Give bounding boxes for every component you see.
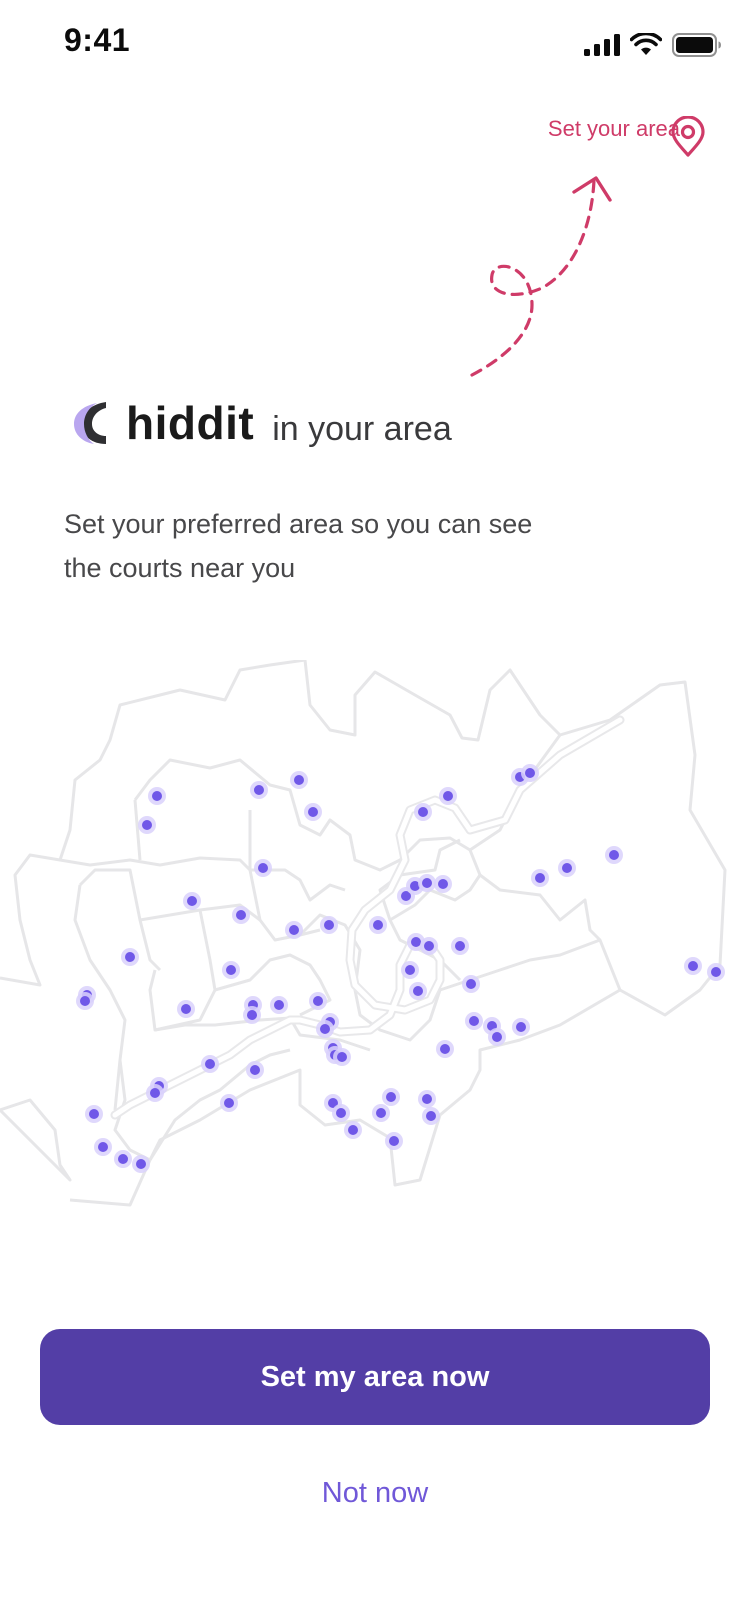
- court-marker-icon: [414, 803, 432, 821]
- court-marker-icon: [333, 1048, 351, 1066]
- court-marker-icon: [316, 1020, 334, 1038]
- court-marker-icon: [488, 1028, 506, 1046]
- status-time: 9:41: [64, 22, 131, 58]
- court-marker-icon: [254, 859, 272, 877]
- court-marker-icon: [148, 787, 166, 805]
- court-marker-icon: [465, 1012, 483, 1030]
- set-area-link-label: Set your area: [547, 116, 680, 141]
- court-marker-icon: [320, 916, 338, 934]
- court-marker-icon: [114, 1150, 132, 1168]
- court-marker-icon: [309, 992, 327, 1010]
- set-area-link[interactable]: Set your area: [548, 116, 680, 142]
- court-marker-icon: [304, 803, 322, 821]
- court-marker-icon: [270, 996, 288, 1014]
- court-marker-icon: [344, 1121, 362, 1139]
- brand-name: hiddit: [126, 397, 255, 449]
- hiddit-logo-icon: [74, 402, 106, 444]
- court-marker-icon: [183, 892, 201, 910]
- set-area-now-button[interactable]: Set my area now: [40, 1329, 710, 1425]
- court-marker-icon: [439, 787, 457, 805]
- wifi-icon: [630, 33, 662, 55]
- court-marker-icon: [418, 1090, 436, 1108]
- district-map: [0, 660, 727, 1207]
- court-marker-icon: [243, 1006, 261, 1024]
- brand-suffix: in your area: [272, 410, 452, 448]
- court-marker-icon: [285, 921, 303, 939]
- not-now-button[interactable]: Not now: [0, 1477, 750, 1510]
- court-marker-icon: [451, 937, 469, 955]
- court-marker-icon: [531, 869, 549, 887]
- court-marker-icon: [246, 1061, 264, 1079]
- court-marker-icon: [201, 1055, 219, 1073]
- cellular-signal-icon: [584, 34, 620, 56]
- court-marker-icon: [121, 948, 139, 966]
- subtitle: Set your preferred area so you can see t…: [64, 509, 533, 583]
- court-marker-icon: [707, 963, 725, 981]
- court-marker-icon: [369, 916, 387, 934]
- court-marker-icon: [232, 906, 250, 924]
- court-marker-icon: [146, 1084, 164, 1102]
- court-marker-icon: [177, 1000, 195, 1018]
- court-marker-icon: [290, 771, 308, 789]
- court-marker-icon: [418, 874, 436, 892]
- court-marker-icon: [250, 781, 268, 799]
- court-marker-icon: [372, 1104, 390, 1122]
- court-marker-icon: [94, 1138, 112, 1156]
- map-pin-icon[interactable]: [668, 116, 708, 158]
- court-marker-icon: [512, 1018, 530, 1036]
- court-marker-icon: [521, 764, 539, 782]
- court-marker-icon: [220, 1094, 238, 1112]
- court-marker-icon: [558, 859, 576, 877]
- court-marker-icon: [462, 975, 480, 993]
- court-marker-icon: [332, 1104, 350, 1122]
- court-marker-icon: [385, 1132, 403, 1150]
- battery-icon: [672, 33, 721, 57]
- court-marker-icon: [422, 1107, 440, 1125]
- court-marker-icon: [76, 992, 94, 1010]
- court-marker-icon: [138, 816, 156, 834]
- court-marker-icon: [401, 961, 419, 979]
- court-marker-icon: [85, 1105, 103, 1123]
- court-marker-icon: [409, 982, 427, 1000]
- court-marker-icon: [605, 846, 623, 864]
- court-marker-icon: [132, 1155, 150, 1173]
- dashed-arrow-decoration: [470, 176, 612, 377]
- court-marker-icon: [434, 875, 452, 893]
- status-bar: 9:41: [0, 0, 750, 88]
- court-marker-icon: [382, 1088, 400, 1106]
- status-icons: [584, 30, 722, 60]
- court-marker-icon: [420, 937, 438, 955]
- court-marker-icon: [684, 957, 702, 975]
- brand-heading: hiddit in your area: [70, 398, 452, 448]
- court-marker-icon: [222, 961, 240, 979]
- court-marker-icon: [436, 1040, 454, 1058]
